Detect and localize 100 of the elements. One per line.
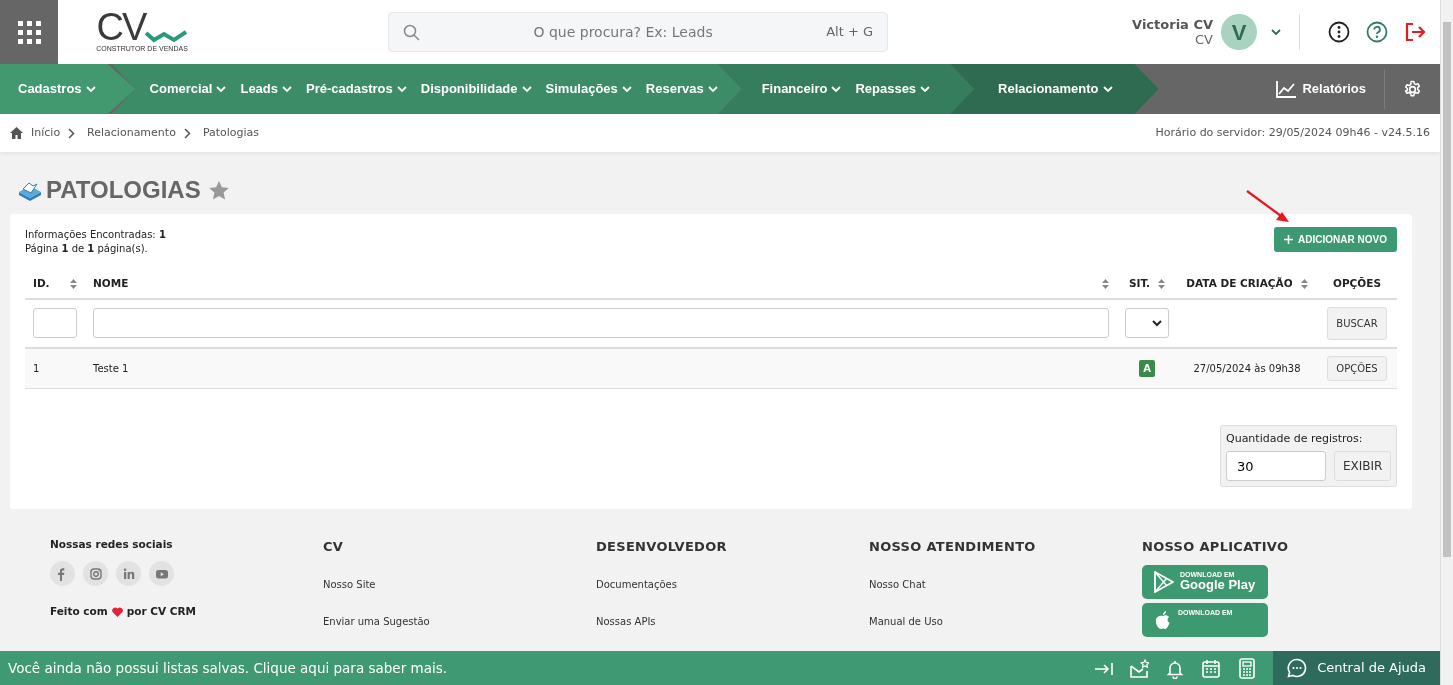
chart-icon — [1276, 80, 1297, 98]
footer-link[interactable]: Nosso Chat — [869, 576, 1142, 592]
chevron-down-icon — [85, 85, 96, 93]
linkedin-icon — [121, 566, 136, 581]
calculator-icon[interactable] — [1237, 657, 1258, 679]
mail-star-icon[interactable] — [1129, 657, 1150, 679]
chevron-down-icon — [707, 85, 718, 93]
column-header[interactable]: SIT. — [1129, 276, 1150, 292]
footer-heading: DESENVOLVEDOR — [596, 538, 728, 557]
column-header[interactable]: NOME — [93, 276, 129, 292]
user-name: Victoria CV — [1132, 17, 1213, 32]
footer-heading: NOSSO ATENDIMENTO — [869, 538, 1037, 557]
logout-icon[interactable] — [1404, 22, 1426, 42]
summary-text: Informações Encontradas: 1 — [25, 228, 166, 242]
sort-icon[interactable] — [1102, 278, 1109, 289]
server-time: Horário do servidor: 29/05/2024 09h46 - v24.5.16 — [1155, 124, 1430, 141]
nav-menu-item[interactable]: Leads — [240, 79, 293, 99]
star-icon[interactable] — [208, 180, 229, 200]
chevron-down-icon — [216, 85, 227, 93]
chevron-down-icon — [920, 85, 931, 93]
reports-button[interactable]: Relatórios — [1258, 79, 1384, 99]
summary-text: Página 1 de 1 página(s). — [25, 242, 149, 256]
play-icon — [1154, 570, 1174, 593]
nav-menu-item[interactable]: Simulações — [545, 79, 632, 99]
column-header[interactable]: ID. — [33, 276, 50, 292]
logo-mark: CV — [96, 9, 146, 44]
annotation-arrow — [1245, 189, 1291, 223]
page-size-field[interactable]: 30 — [1226, 451, 1326, 482]
chevron-down-icon — [282, 85, 293, 93]
page-size-label: Quantidade de registros: — [1226, 430, 1364, 447]
more-options-icon[interactable] — [1328, 21, 1350, 43]
social-link[interactable] — [83, 561, 108, 586]
nav-menu-item[interactable]: Financeiro — [761, 79, 842, 99]
calendar-icon[interactable] — [1201, 657, 1222, 679]
table-cell: 1 — [33, 362, 40, 374]
shortcut-hint: Alt + G — [826, 23, 873, 42]
help-icon[interactable] — [1366, 21, 1388, 43]
social-link[interactable] — [149, 561, 174, 586]
breadcrumb-link[interactable]: Patologias — [202, 124, 260, 142]
chevron-right-icon — [68, 127, 76, 139]
status-badge: A — [1139, 359, 1155, 377]
social-link[interactable] — [116, 561, 141, 586]
nav-menu-item[interactable]: Relacionamento — [998, 79, 1113, 99]
chevron-down-icon — [621, 85, 632, 93]
sort-icon[interactable] — [1158, 278, 1165, 289]
grid-icon — [17, 20, 41, 44]
help-center-button[interactable]: Central de Ajuda — [1273, 651, 1440, 685]
chevron-down-icon — [831, 85, 842, 93]
chevron-down-icon — [396, 85, 407, 93]
instagram-icon — [88, 566, 103, 581]
chevron-down-icon — [1102, 85, 1113, 93]
table-cell: Teste 1 — [93, 362, 129, 374]
social-link[interactable] — [50, 561, 75, 586]
chevron-down-icon — [521, 85, 532, 93]
footer-link[interactable]: Manual de Uso — [869, 613, 1142, 629]
made-by-text: por CV CRM — [126, 604, 197, 619]
id-filter-field[interactable] — [33, 308, 77, 339]
add-new-button[interactable]: ADICIONAR NOVO — [1274, 227, 1397, 252]
footer-heading: CV — [323, 538, 345, 557]
footer-link[interactable]: Nossas APIs — [596, 613, 869, 629]
apps-menu-button[interactable] — [0, 0, 58, 64]
sort-icon[interactable] — [1300, 278, 1308, 289]
user-company: CV — [1194, 32, 1213, 47]
settings-icon[interactable] — [1403, 79, 1422, 99]
user-avatar[interactable]: V — [1221, 14, 1257, 50]
caret-icon[interactable] — [1271, 28, 1281, 36]
breadcrumb-link[interactable]: Relacionamento — [87, 124, 176, 142]
scrollbar[interactable] — [1440, 0, 1453, 685]
footer-heading: NOSSO APLICATIVO — [1142, 538, 1290, 557]
apple-icon — [1154, 609, 1172, 630]
table-cell: 27/05/2024 às 09h38 — [1193, 362, 1301, 374]
chevron-down-icon — [1152, 319, 1162, 327]
heart-icon — [111, 606, 123, 617]
footer-link[interactable]: Documentações — [596, 576, 869, 592]
made-with-text: Feito com — [50, 604, 108, 619]
search-icon — [403, 23, 420, 41]
name-filter-field[interactable] — [93, 308, 1109, 339]
nav-menu-item[interactable]: Repasses — [855, 79, 931, 99]
search-button[interactable]: BUSCAR — [1327, 306, 1387, 340]
wave-icon — [145, 29, 188, 44]
sort-icon[interactable] — [70, 278, 77, 289]
options-button[interactable]: OPÇÕES — [1327, 355, 1387, 381]
column-header[interactable]: DATA DE CRIAÇÃO — [1186, 276, 1293, 292]
footer-link[interactable]: Nosso Site — [323, 576, 596, 592]
page-title: PATOLOGIAS — [46, 175, 201, 205]
column-header[interactable]: OPÇÕES — [1333, 276, 1381, 292]
nav-menu-item[interactable]: Pré-cadastros — [306, 79, 407, 99]
nav-menu-item[interactable]: Disponibilidade — [420, 79, 532, 99]
show-button[interactable]: EXIBIR — [1334, 451, 1392, 482]
search-bar[interactable]: O que procura? Ex: Leads Alt + G — [388, 12, 888, 52]
plus-icon — [1284, 235, 1294, 244]
footer-heading: Nossas redes sociais — [50, 537, 174, 553]
search-field[interactable]: O que procura? Ex: Leads — [420, 20, 827, 44]
chat-icon — [1287, 658, 1308, 678]
nav-menu-item[interactable]: Comercial — [149, 79, 227, 99]
chevron-right-icon — [183, 127, 191, 139]
home-icon — [10, 127, 23, 139]
footer-link[interactable]: Enviar uma Sugestão — [323, 613, 596, 629]
nav-menu-item[interactable]: Reservas — [645, 79, 718, 99]
breadcrumb-link[interactable]: Início — [31, 124, 61, 142]
